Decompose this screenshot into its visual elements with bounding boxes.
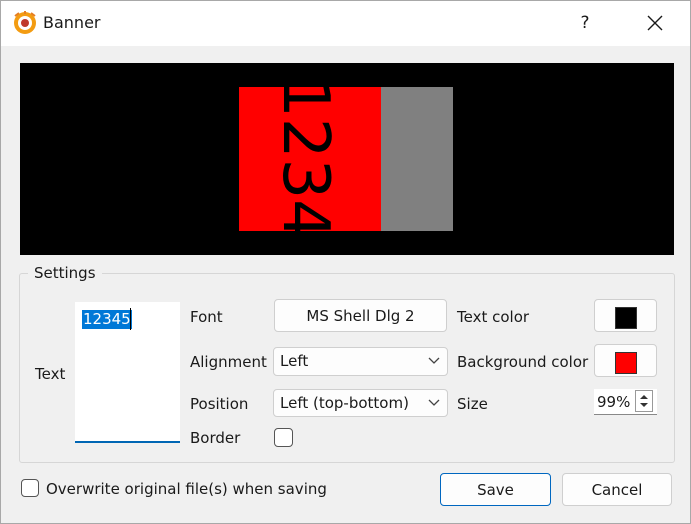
text-label: Text xyxy=(35,365,66,383)
background-color-swatch xyxy=(615,352,637,374)
help-button[interactable]: ? xyxy=(567,7,603,39)
xnview-app-icon xyxy=(14,11,36,34)
close-icon xyxy=(647,15,663,31)
preview-banner-red: 12345 xyxy=(239,87,381,231)
alignment-label: Alignment xyxy=(190,353,267,371)
size-spinbox[interactable]: 99% xyxy=(594,389,657,415)
alignment-value: Left xyxy=(280,352,309,370)
border-checkbox[interactable] xyxy=(274,428,293,447)
size-label: Size xyxy=(457,395,488,413)
stepper-arrows-icon xyxy=(640,395,648,407)
size-stepper[interactable] xyxy=(635,390,653,412)
position-label: Position xyxy=(190,395,249,413)
text-input-value: 12345 xyxy=(82,310,132,329)
overwrite-checkbox[interactable] xyxy=(21,479,39,497)
settings-group-title: Settings xyxy=(28,264,102,282)
alignment-dropdown[interactable]: Left xyxy=(273,347,448,376)
preview-gray-area xyxy=(381,87,453,231)
preview-banner-text: 12345 xyxy=(268,87,342,231)
text-input[interactable]: 12345 xyxy=(75,302,180,443)
text-caret xyxy=(130,308,131,330)
text-color-button[interactable] xyxy=(594,299,657,332)
font-label: Font xyxy=(190,308,223,326)
title-bar: Banner ? xyxy=(1,1,690,46)
size-value: 99% xyxy=(597,393,631,411)
text-color-label: Text color xyxy=(457,308,530,326)
position-dropdown[interactable]: Left (top-bottom) xyxy=(273,389,448,417)
banner-dialog: Banner ? 12345 Settings Text 12345 Font … xyxy=(0,0,691,524)
overwrite-label: Overwrite original file(s) when saving xyxy=(46,480,327,498)
banner-preview: 12345 xyxy=(20,63,674,255)
cancel-button[interactable]: Cancel xyxy=(562,473,672,506)
chevron-down-icon xyxy=(428,399,440,406)
background-color-label: Background color xyxy=(457,353,589,371)
save-button[interactable]: Save xyxy=(440,473,551,506)
window-title: Banner xyxy=(43,13,101,32)
chevron-down-icon xyxy=(428,357,440,364)
background-color-button[interactable] xyxy=(594,344,657,377)
position-value: Left (top-bottom) xyxy=(280,394,409,412)
text-color-swatch xyxy=(615,307,637,329)
font-button[interactable]: MS Shell Dlg 2 xyxy=(274,299,447,332)
border-label: Border xyxy=(190,429,241,447)
close-button[interactable] xyxy=(637,7,673,39)
